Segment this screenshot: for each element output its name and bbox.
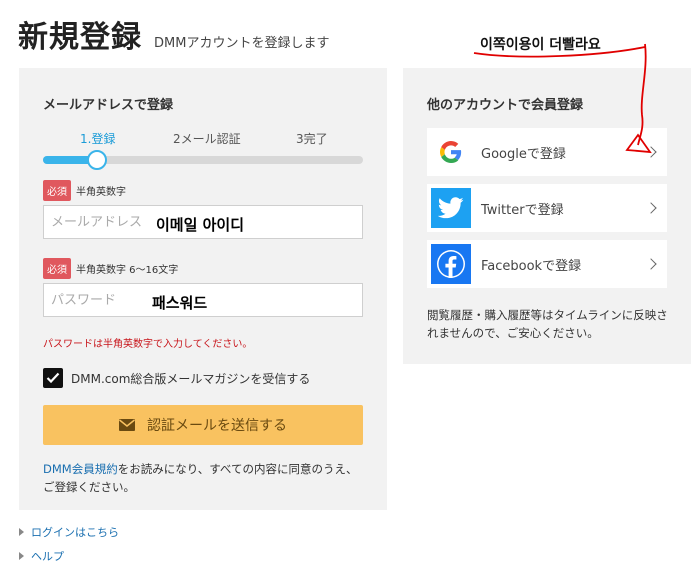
mail-icon: [119, 419, 135, 431]
chevron-right-icon: [645, 202, 657, 214]
password-error-message: パスワードは半角英数字で入力してください。: [43, 339, 253, 350]
step-2: 2メール認証: [173, 132, 241, 146]
twitter-register-button[interactable]: Twitterで登録: [427, 184, 667, 232]
email-field-box: 이메일 아이디: [43, 205, 363, 239]
email-section-title: メールアドレスで登録: [43, 98, 174, 113]
step-3: 3完了: [296, 132, 328, 146]
social-section-title: 他のアカウントで会員登録: [427, 98, 584, 113]
step-1: 1.登録: [80, 132, 116, 146]
send-verification-button[interactable]: 認証メールを送信する: [43, 405, 363, 445]
page-title: 新規登録: [18, 20, 142, 55]
email-requirement: 半角英数字: [76, 187, 126, 198]
annotation-note: 이쪽이용이 더빨라요: [480, 37, 601, 53]
password-input[interactable]: [44, 284, 362, 316]
login-link-label: ログインはこちら: [31, 526, 119, 539]
social-registration-panel: 他のアカウントで会員登録 Googleで登録 Twitterで登録 Facebo…: [403, 68, 691, 364]
password-requirement: 半角英数字 6〜16文字: [76, 265, 179, 276]
chevron-right-icon: [645, 146, 657, 158]
password-requirement-row: 必須 半角英数字 6〜16文字: [43, 258, 178, 279]
page-header: 新規登録 DMMアカウントを登録します: [18, 12, 329, 56]
newsletter-row[interactable]: DMM.com総合版メールマガジンを受信する: [43, 368, 310, 388]
timeline-privacy-note: 閲覧履歴・購入履歴等はタイムラインに反映されませんので、ご安心ください。: [427, 308, 668, 340]
footer-links: ログインはこちら ヘルプ: [19, 524, 119, 572]
arrow-right-icon: [19, 552, 24, 560]
progress-bar: [43, 150, 363, 170]
twitter-register-label: Twitterで登録: [481, 202, 564, 218]
required-badge: 必須: [43, 180, 71, 201]
terms-link[interactable]: DMM会員規約: [43, 462, 118, 476]
twitter-icon: [431, 188, 471, 228]
help-link[interactable]: ヘルプ: [19, 548, 119, 564]
facebook-register-button[interactable]: Facebookで登録: [427, 240, 667, 288]
email-registration-panel: メールアドレスで登録 1.登録 2メール認証 3完了 必須 半角英数字 이메일 …: [19, 68, 387, 510]
arrow-right-icon: [19, 528, 24, 536]
google-icon: [431, 132, 471, 172]
google-register-button[interactable]: Googleで登録: [427, 128, 667, 176]
required-badge: 必須: [43, 258, 71, 279]
facebook-register-label: Facebookで登録: [481, 258, 582, 274]
google-register-label: Googleで登録: [481, 146, 566, 162]
email-input[interactable]: [44, 206, 362, 238]
terms-notice: DMM会員規約をお読みになり、すべての内容に同意のうえ、ご登録ください。: [43, 460, 363, 496]
page-subtitle: DMMアカウントを登録します: [154, 36, 330, 51]
facebook-icon: [431, 244, 471, 284]
login-link[interactable]: ログインはこちら: [19, 524, 119, 540]
help-link-label: ヘルプ: [31, 550, 64, 563]
chevron-right-icon: [645, 258, 657, 270]
send-verification-label: 認証メールを送信する: [147, 418, 287, 434]
newsletter-checkbox[interactable]: [43, 368, 63, 388]
checkmark-icon: [46, 372, 60, 384]
newsletter-label: DMM.com総合版メールマガジンを受信する: [71, 371, 311, 386]
progress-knob: [87, 150, 108, 170]
email-requirement-row: 必須 半角英数字: [43, 180, 126, 201]
password-field-box: 패스워드: [43, 283, 363, 317]
